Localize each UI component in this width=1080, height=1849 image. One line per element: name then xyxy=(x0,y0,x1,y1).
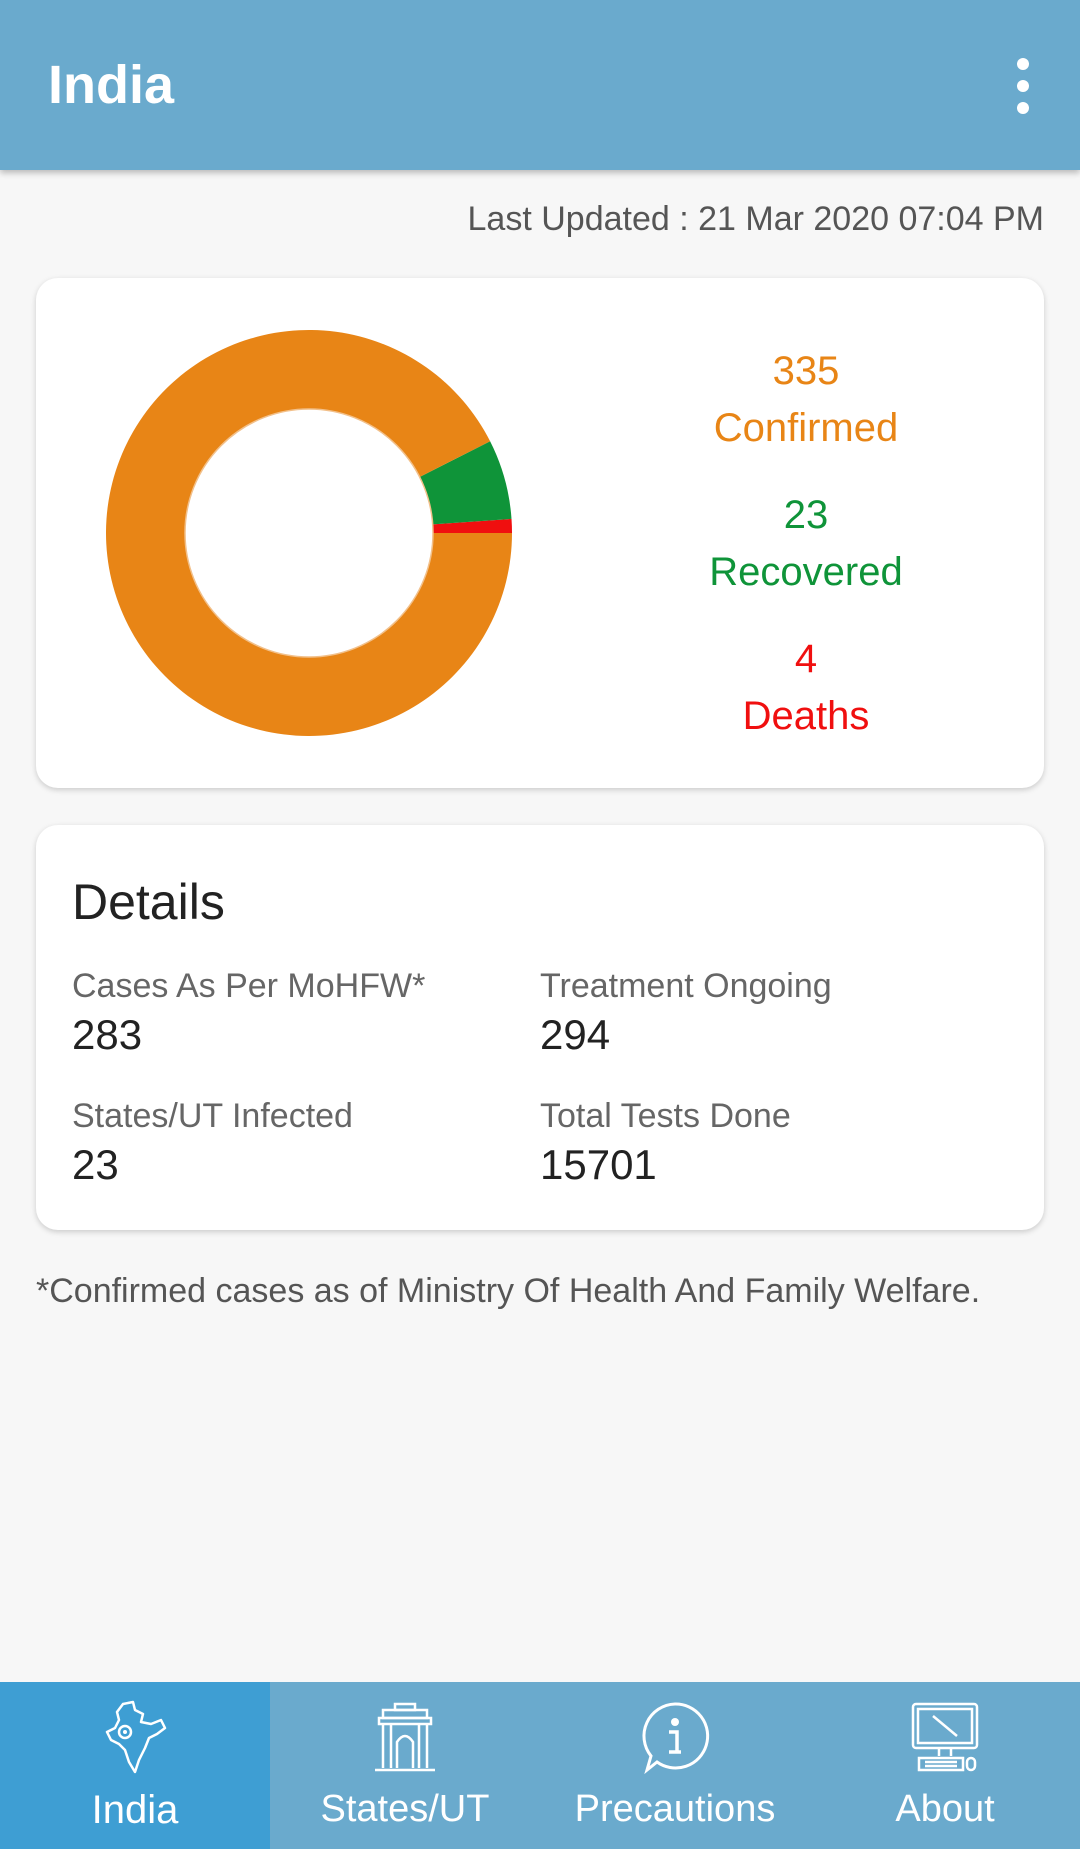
detail-total-tests: Total Tests Done 15701 xyxy=(540,1095,1000,1193)
detail-label: Treatment Ongoing xyxy=(540,967,832,1005)
summary-stats: 335 Confirmed 23 Recovered 4 Deaths xyxy=(636,343,976,775)
app-bar: India xyxy=(0,0,1080,170)
deaths-label: Deaths xyxy=(742,694,870,738)
summary-card: 335 Confirmed 23 Recovered 4 Deaths xyxy=(36,278,1044,788)
detail-value: 283 xyxy=(72,1011,143,1058)
nav-label: India xyxy=(91,1788,179,1832)
india-gate-icon xyxy=(375,1702,435,1772)
confirmed-label: Confirmed xyxy=(713,406,899,450)
page-title: India xyxy=(48,55,175,115)
nav-item-about[interactable]: About xyxy=(810,1682,1080,1849)
nav-label: Precautions xyxy=(574,1788,776,1830)
last-updated-text: Last Updated : 21 Mar 2020 07:04 PM xyxy=(467,200,1044,238)
footnote: *Confirmed cases as of Ministry Of Healt… xyxy=(36,1272,981,1310)
detail-value: 23 xyxy=(72,1141,119,1188)
details-card: Details Cases As Per MoHFW* 283 Treatmen… xyxy=(36,825,1044,1230)
detail-cases-mohfw: Cases As Per MoHFW* 283 xyxy=(72,965,532,1063)
nav-item-states-ut[interactable]: States/UT xyxy=(270,1682,540,1849)
detail-treatment-ongoing: Treatment Ongoing 294 xyxy=(540,965,1000,1063)
computer-icon xyxy=(911,1702,979,1772)
detail-label: Cases As Per MoHFW* xyxy=(72,967,426,1005)
nav-item-india[interactable]: India xyxy=(0,1682,270,1849)
nav-label: About xyxy=(895,1788,995,1830)
summary-donut-chart xyxy=(106,330,512,736)
detail-value: 15701 xyxy=(540,1141,657,1188)
info-bubble-icon xyxy=(642,1702,710,1775)
nav-item-precautions[interactable]: Precautions xyxy=(540,1682,810,1849)
detail-label: States/UT Infected xyxy=(72,1097,353,1135)
recovered-stat: 23 Recovered xyxy=(636,487,976,601)
nav-label: States/UT xyxy=(320,1788,490,1830)
detail-value: 294 xyxy=(540,1011,611,1058)
india-map-icon xyxy=(105,1700,167,1774)
confirmed-stat: 335 Confirmed xyxy=(636,343,976,457)
donut-hole xyxy=(184,408,434,658)
detail-states-infected: States/UT Infected 23 xyxy=(72,1095,532,1193)
deaths-stat: 4 Deaths xyxy=(636,631,976,745)
detail-label: Total Tests Done xyxy=(540,1097,791,1135)
more-options-icon[interactable] xyxy=(1008,58,1038,114)
bottom-navigation: India States/UT Precautions About xyxy=(0,1682,1080,1849)
confirmed-value: 335 xyxy=(772,349,840,393)
deaths-value: 4 xyxy=(794,637,818,681)
details-title: Details xyxy=(72,874,225,930)
recovered-value: 23 xyxy=(783,493,829,537)
recovered-label: Recovered xyxy=(709,550,903,594)
